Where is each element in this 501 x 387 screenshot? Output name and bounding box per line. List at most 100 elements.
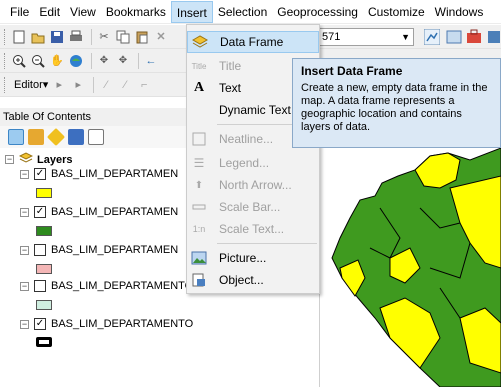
menu-item-label: North Arrow... (219, 178, 292, 192)
layer-row[interactable]: − ✓ BAS_LIM_DEPARTAMENTO (20, 318, 193, 330)
toolbar-grip[interactable] (4, 76, 7, 93)
toolbar-grip[interactable] (4, 28, 7, 45)
list-by-source-icon[interactable] (28, 129, 44, 145)
edit-tool-icon[interactable]: ▸ (51, 77, 67, 93)
sketch-icon[interactable]: ⌐ (136, 77, 152, 93)
menu-view[interactable]: View (65, 1, 101, 23)
legend-icon: ☰ (193, 156, 205, 170)
layer-name[interactable]: BAS_LIM_DEPARTAMEN (51, 206, 178, 218)
menu-item-scale-text[interactable]: 1:n Scale Text... (187, 218, 319, 240)
collapse-icon[interactable]: − (20, 207, 29, 217)
go-back-icon[interactable]: ← (143, 53, 159, 69)
menu-item-label: Legend... (219, 156, 270, 170)
fixed-zoom-out-icon[interactable]: ✥ (115, 53, 131, 69)
python-icon[interactable] (486, 29, 501, 45)
open-icon[interactable] (30, 29, 46, 45)
map-scale-value: 571 (322, 31, 341, 43)
menu-customize[interactable]: Customize (363, 1, 430, 23)
list-by-selection-icon[interactable] (68, 129, 84, 145)
menu-item-label: Picture... (219, 251, 267, 265)
layer-row[interactable]: − ✓ BAS_LIM_DEPARTAMEN (20, 168, 178, 180)
menu-item-scale-bar[interactable]: Scale Bar... (187, 196, 319, 218)
save-icon[interactable] (49, 29, 65, 45)
title-icon: Title (191, 61, 207, 71)
paste-icon[interactable] (134, 29, 150, 45)
map-view[interactable] (320, 148, 501, 387)
annotation-edit-icon[interactable]: ▸ (70, 77, 86, 93)
list-by-visibility-icon[interactable] (46, 127, 66, 147)
layer-visibility-checkbox[interactable]: ✓ (34, 206, 46, 218)
layer-symbol-swatch[interactable] (36, 264, 52, 274)
collapse-icon[interactable]: − (20, 169, 29, 179)
layers-group-icon (18, 152, 34, 167)
menu-item-picture[interactable]: Picture... (187, 247, 319, 269)
layer-visibility-checkbox[interactable] (34, 244, 46, 256)
menu-item-data-frame[interactable]: Data Frame (187, 31, 319, 53)
menu-item-legend[interactable]: ☰ Legend... (187, 152, 319, 174)
copy-icon[interactable] (115, 29, 131, 45)
layer-name[interactable]: BAS_LIM_DEPARTAMEN (51, 244, 178, 256)
menu-item-label: Scale Text... (219, 222, 285, 236)
layer-visibility-checkbox[interactable]: ✓ (34, 318, 46, 330)
layer-name[interactable]: BAS_LIM_DEPARTAMENTO (51, 318, 193, 330)
map-scale-combo[interactable]: 571 ▼ (318, 28, 414, 46)
options-icon[interactable] (88, 129, 104, 145)
layer-symbol-swatch[interactable] (36, 226, 52, 236)
menu-insert[interactable]: Insert (170, 0, 213, 23)
chevron-down-icon[interactable]: ▼ (401, 29, 410, 45)
menu-item-north-arrow[interactable]: ⬆ North Arrow... (187, 174, 319, 196)
straight-segment-icon[interactable]: ⁄ (98, 77, 114, 93)
layer-visibility-checkbox[interactable] (34, 280, 46, 292)
menu-bookmarks[interactable]: Bookmarks (101, 1, 171, 23)
collapse-icon[interactable]: − (20, 281, 29, 291)
layer-symbol-swatch[interactable] (36, 188, 52, 198)
layer-name[interactable]: BAS_LIM_DEPARTAMEN (51, 168, 178, 180)
tree-root-layers[interactable]: − Layers (5, 152, 72, 167)
insert-data-frame-tooltip: Insert Data Frame Create a new, empty da… (292, 58, 501, 148)
layer-visibility-checkbox[interactable]: ✓ (34, 168, 46, 180)
new-document-icon[interactable] (11, 29, 27, 45)
object-icon (187, 273, 211, 287)
zoom-in-icon[interactable] (11, 53, 27, 69)
picture-icon (187, 251, 211, 265)
map-canvas[interactable] (320, 148, 501, 387)
menubar: File Edit View Bookmarks Insert Selectio… (0, 0, 501, 24)
full-extent-icon[interactable] (68, 53, 84, 69)
trace-icon[interactable]: ⁄ (117, 77, 133, 93)
north-arrow-icon: ⬆ (194, 179, 204, 191)
editor-menu-button[interactable]: Editor▾ (11, 78, 51, 91)
collapse-icon[interactable]: − (20, 245, 29, 255)
menu-selection[interactable]: Selection (213, 1, 272, 23)
toolbar-grip[interactable] (4, 52, 7, 69)
layers-root-label: Layers (37, 153, 73, 166)
text-icon: A (193, 80, 205, 95)
menu-file[interactable]: File (5, 1, 34, 23)
menu-item-object[interactable]: Object... (187, 269, 319, 291)
toolbar-separator (93, 76, 95, 93)
list-by-drawing-order-icon[interactable] (8, 129, 24, 145)
neatline-icon (187, 132, 211, 146)
layer-symbol-swatch[interactable] (36, 337, 52, 347)
cut-icon[interactable]: ✂ (96, 29, 112, 45)
menu-item-label: Title (219, 59, 242, 73)
zoom-out-icon[interactable] (30, 53, 46, 69)
fixed-zoom-in-icon[interactable]: ✥ (96, 53, 112, 69)
layer-row[interactable]: − ✓ BAS_LIM_DEPARTAMEN (20, 206, 178, 218)
layer-symbol-swatch[interactable] (36, 300, 52, 310)
menu-geoprocessing[interactable]: Geoprocessing (272, 1, 363, 23)
print-icon[interactable] (68, 29, 84, 45)
menu-separator (217, 243, 317, 244)
editor-toolbar-icon[interactable] (424, 29, 440, 45)
menu-windows[interactable]: Windows (430, 1, 489, 23)
layer-row[interactable]: − BAS_LIM_DEPARTAMEN (20, 244, 178, 256)
collapse-icon[interactable]: − (5, 155, 14, 164)
arctoolbox-icon[interactable] (466, 29, 482, 45)
tooltip-body: Create a new, empty data frame in the ma… (301, 82, 488, 133)
menu-edit[interactable]: Edit (34, 1, 65, 23)
collapse-icon[interactable]: − (20, 319, 29, 329)
delete-icon[interactable]: ✕ (153, 29, 169, 45)
catalog-icon[interactable] (446, 29, 462, 45)
pan-icon[interactable]: ✋ (49, 53, 65, 69)
menu-item-label: Dynamic Text (219, 103, 291, 117)
menu-item-label: Neatline... (219, 132, 274, 146)
